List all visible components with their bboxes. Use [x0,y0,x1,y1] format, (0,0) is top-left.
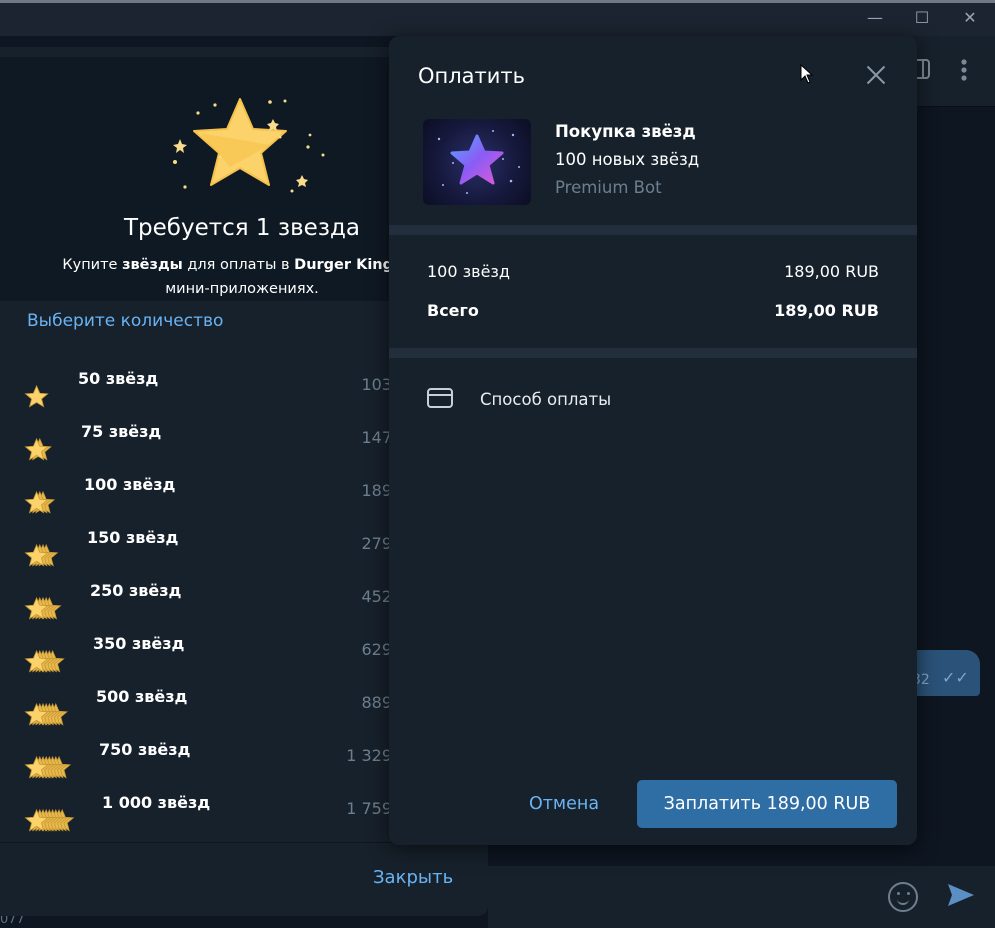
star-pack-label: 250 звёзд [90,581,182,600]
line-item-label: 100 звёзд [427,262,510,281]
star-pack-option[interactable]: 75 звёзд 147 [0,422,420,475]
message-input-bar[interactable] [488,866,995,928]
credit-card-icon [427,388,453,408]
section-divider [389,225,917,235]
star-pack-price: 452 [361,587,392,606]
cancel-button[interactable]: Отмена [509,780,619,828]
star-pack-price: 1 329 [346,746,392,765]
star-pack-option[interactable]: 350 звёзд 629 [0,634,420,687]
star-pack-price: 103 [361,375,392,394]
star-pack-label: 100 звёзд [84,475,176,494]
payment-title: Оплатить [418,64,526,88]
pay-button[interactable]: Заплатить 189,00 RUB [637,780,897,828]
stars-hero: Требуется 1 звезда Купите звёзды для опл… [0,57,422,301]
star-pack-price: 1 759 [346,799,392,818]
close-button[interactable]: Закрыть [373,867,453,888]
star-stack-icon [24,490,56,514]
star-pack-label: 500 звёзд [96,687,188,706]
star-pack-label: 150 звёзд [87,528,179,547]
star-pack-label: 350 звёзд [93,634,185,653]
star-pack-price: 629 [361,640,392,659]
star-stack-icon [24,596,62,620]
window-top-strip [0,0,995,3]
emoji-icon[interactable] [888,882,918,912]
send-icon[interactable] [946,880,976,914]
star-stack-icon [24,755,72,779]
star-pack-label: 1 000 звёзд [102,793,211,812]
product-title: Покупка звёзд [555,122,696,141]
star-stack-icon [24,543,59,567]
star-pack-label: 50 звёзд [78,369,159,388]
star-pack-price: 889 [361,693,392,712]
star-pack-price: 147 [361,428,392,447]
payment-modal: Оплатить Покупка звёзд 100 новых звёзд P… [389,36,917,845]
big-star-icon [173,98,325,193]
star-stack-icon [24,702,68,726]
product-description: 100 новых звёзд [555,150,700,169]
star-pack-option[interactable]: 150 звёзд 279 [0,528,420,581]
mouse-cursor-icon [800,63,814,88]
star-pack-label: 750 звёзд [99,740,191,759]
minimize-button[interactable]: — [860,8,890,27]
star-stack-icon [24,649,65,673]
close-icon[interactable] [865,64,887,86]
section-divider [389,348,917,358]
product-bot-name: Premium Bot [555,178,662,197]
star-pack-option[interactable]: 1 000 звёзд 1 759 [0,793,420,846]
star-pack-option[interactable]: 500 звёзд 889 [0,687,420,740]
star-pack-option[interactable]: 100 звёзд 189 [0,475,420,528]
star-pack-price: 189 [361,481,392,500]
total-label: Всего [427,301,479,320]
star-pack-label: 75 звёзд [81,422,162,441]
payment-method-label: Способ оплаты [480,390,612,409]
total-value: 189,00 RUB [774,301,879,320]
star-pack-price: 279 [361,534,392,553]
product-image [423,119,531,205]
maximize-button[interactable]: ☐ [907,8,937,27]
more-options-icon[interactable] [960,58,968,88]
star-stack-icon [24,808,75,832]
star-pack-option[interactable]: 50 звёзд 103 [0,369,420,422]
read-checkmark-icon: ✓✓ [942,668,969,687]
premium-star-icon [437,130,520,194]
window-titlebar [0,0,995,36]
choose-amount-title: Выберите количество [27,311,224,331]
window-close-button[interactable]: ✕ [955,8,985,27]
star-pack-option[interactable]: 250 звёзд 452 [0,581,420,634]
line-item-value: 189,00 RUB [784,262,879,281]
star-pack-option[interactable]: 750 звёзд 1 329 [0,740,420,793]
